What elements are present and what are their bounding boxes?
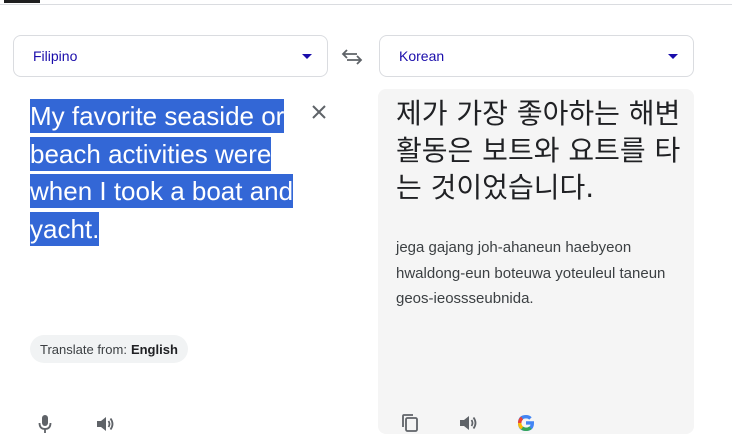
copy-translation-button[interactable] <box>398 411 422 435</box>
translate-from-chip[interactable]: Translate from: English <box>30 335 188 363</box>
source-actions <box>33 412 117 436</box>
copy-icon <box>402 414 418 432</box>
close-icon <box>312 105 326 119</box>
translated-text: 제가 가장 좋아하는 해변 활동은 보트와 요트를 타는 것이었습니다. <box>396 97 681 204</box>
chevron-down-icon <box>302 53 312 59</box>
microphone-icon <box>38 415 52 433</box>
target-language-select[interactable]: Korean <box>379 35 694 77</box>
selected-source-text: My favorite seaside or beach activities … <box>30 99 294 246</box>
target-actions <box>398 411 538 435</box>
google-logo-icon[interactable] <box>514 411 538 435</box>
top-bar <box>0 0 732 5</box>
active-tab-indicator <box>4 0 40 3</box>
source-language-label: Filipino <box>33 48 78 64</box>
listen-translation-button[interactable] <box>456 411 480 435</box>
listen-source-button[interactable] <box>93 412 117 436</box>
speaker-icon <box>460 416 477 430</box>
speaker-icon <box>97 417 114 431</box>
voice-input-button[interactable] <box>33 412 57 436</box>
source-text-input[interactable]: My favorite seaside or beach activities … <box>30 98 298 248</box>
clear-source-button[interactable] <box>308 101 330 123</box>
translate-from-language: English <box>130 341 178 357</box>
source-panel: My favorite seaside or beach activities … <box>13 90 361 433</box>
source-language-select[interactable]: Filipino <box>13 35 328 77</box>
target-language-label: Korean <box>399 48 445 64</box>
google-g-mark <box>518 415 534 431</box>
translate-from-prefix: Translate from: <box>40 341 127 357</box>
swap-languages-button[interactable] <box>338 44 366 70</box>
romanization-text: jega gajang joh-ahaneun haebyeon hwaldon… <box>396 239 666 307</box>
target-panel: 제가 가장 좋아하는 해변 활동은 보트와 요트를 타는 것이었습니다. jeg… <box>378 89 694 434</box>
chevron-down-icon <box>668 53 678 59</box>
swap-arrows-icon <box>341 49 363 65</box>
